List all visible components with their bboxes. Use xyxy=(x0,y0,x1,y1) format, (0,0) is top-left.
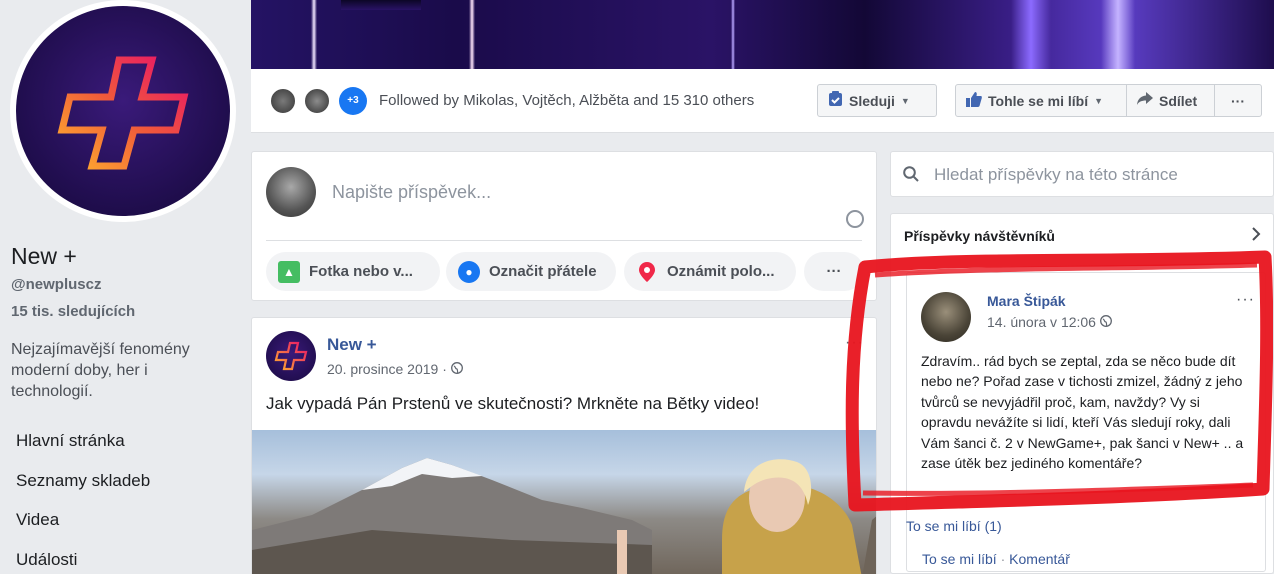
caret-down-icon: ▼ xyxy=(1094,95,1104,106)
action-separator: · xyxy=(996,551,1010,567)
visitor-post-date-text: 14. února v 12:06 xyxy=(987,314,1100,330)
like-page-button[interactable]: Tohle se mi líbí ▼ xyxy=(955,84,1127,117)
composer-more-label: ··· xyxy=(826,263,842,280)
video-frame-image xyxy=(252,458,876,574)
post-more-button[interactable]: ··· xyxy=(845,334,864,352)
page-profile-picture[interactable] xyxy=(10,0,236,222)
chevron-right-icon[interactable] xyxy=(1251,226,1261,247)
composer-more-button[interactable]: ··· xyxy=(804,252,864,291)
search-icon xyxy=(903,166,919,182)
composer-input[interactable]: Napište příspěvek... xyxy=(332,182,491,203)
post-video-thumbnail[interactable] xyxy=(252,430,876,574)
search-input[interactable]: Hledat příspěvky na této stránce xyxy=(934,165,1178,185)
post-composer: Napište příspěvek... ▲ Fotka nebo v... ●… xyxy=(251,151,877,301)
page-post: New + 20. prosince 2019 · ··· Jak vypadá… xyxy=(251,317,877,574)
nav-item-videos[interactable]: Videa xyxy=(16,507,150,547)
tag-friends-icon: ● xyxy=(458,260,480,283)
globe-icon xyxy=(1099,314,1112,330)
nav-item-events[interactable]: Události xyxy=(16,547,150,574)
visitor-post-more-button[interactable]: ··· xyxy=(1236,291,1255,309)
follower-avatar[interactable] xyxy=(269,87,297,115)
divider xyxy=(266,240,862,241)
share-button[interactable]: Sdílet xyxy=(1126,84,1215,117)
visitor-post-actions: To se mi líbí · Komentář xyxy=(922,551,1070,567)
location-pin-icon xyxy=(636,261,658,283)
nav-item-playlists[interactable]: Seznamy skladeb xyxy=(16,468,150,508)
photo-icon: ▲ xyxy=(278,260,300,283)
more-followers-badge[interactable]: +3 xyxy=(339,87,367,115)
check-in-label: Oznámit polo... xyxy=(667,263,775,280)
emoji-icon[interactable] xyxy=(846,210,864,228)
follow-button-label: Sleduji xyxy=(849,92,895,109)
page-name[interactable]: New + xyxy=(11,243,77,270)
follower-count: 15 tis. sledujících xyxy=(11,303,136,320)
visitor-post-body: Zdravím.. rád bych se zeptal, zda se něc… xyxy=(921,353,1244,472)
visitor-comment-link[interactable]: Komentář xyxy=(1009,551,1070,567)
nav-item-home[interactable]: Hlavní stránka xyxy=(16,428,150,468)
thumbs-up-icon xyxy=(966,91,982,110)
followed-by-text: Followed by Mikolas, Vojtěch, Alžběta an… xyxy=(379,92,755,109)
post-date[interactable]: 20. prosince 2019 · xyxy=(327,361,463,377)
tag-friends-button[interactable]: ● Označit přátele xyxy=(446,252,616,291)
left-sidebar: New + @newpluscz 15 tis. sledujících Nej… xyxy=(0,0,250,574)
visitor-posts-title[interactable]: Příspěvky návštěvníků xyxy=(904,228,1055,244)
share-arrow-icon xyxy=(1137,92,1153,109)
page-nav: Hlavní stránka Seznamy skladeb Videa Udá… xyxy=(16,428,150,574)
post-text: Jak vypadá Pán Prstenů ve skutečnosti? M… xyxy=(266,394,760,413)
visitor-name[interactable]: Mara Štipák xyxy=(987,293,1066,309)
post-author[interactable]: New + xyxy=(327,335,377,355)
visitor-post-like-count[interactable]: To se mi líbí (1) xyxy=(906,518,1002,534)
visitor-avatar[interactable] xyxy=(921,292,971,342)
page-post-search[interactable]: Hledat příspěvky na této stránce xyxy=(890,151,1274,197)
current-user-avatar[interactable] xyxy=(266,167,316,217)
more-options-label: ··· xyxy=(1231,92,1245,109)
clipboard-check-icon xyxy=(828,91,843,110)
plus-logo-icon xyxy=(274,341,308,371)
tag-friends-label: Označit přátele xyxy=(489,263,597,280)
visitor-like-link[interactable]: To se mi líbí xyxy=(922,551,997,567)
caret-down-icon: ▼ xyxy=(900,95,910,106)
visitor-post-date[interactable]: 14. února v 12:06 xyxy=(987,314,1112,330)
cover-photo[interactable] xyxy=(251,0,1274,69)
post-date-text: 20. prosince 2019 · xyxy=(327,361,451,377)
like-page-label: Tohle se mi líbí xyxy=(988,92,1089,109)
globe-icon xyxy=(450,361,463,377)
check-in-button[interactable]: Oznámit polo... xyxy=(624,252,796,291)
follow-button[interactable]: Sleduji ▼ xyxy=(817,84,937,117)
photo-video-button[interactable]: ▲ Fotka nebo v... xyxy=(266,252,440,291)
photo-video-label: Fotka nebo v... xyxy=(309,263,413,280)
post-author-avatar[interactable] xyxy=(266,331,316,381)
share-button-label: Sdílet xyxy=(1159,92,1198,109)
more-options-button[interactable]: ··· xyxy=(1214,84,1262,117)
plus-logo-icon xyxy=(57,56,189,170)
page-action-bar: +3 Followed by Mikolas, Vojtěch, Alžběta… xyxy=(251,69,1274,133)
page-handle: @newpluscz xyxy=(11,276,102,293)
follower-avatar[interactable] xyxy=(303,87,331,115)
visitor-posts-panel: Příspěvky návštěvníků Mara Štipák 14. ún… xyxy=(890,213,1274,574)
page-about: Nejzajímavější fenomény moderní doby, he… xyxy=(11,341,190,400)
